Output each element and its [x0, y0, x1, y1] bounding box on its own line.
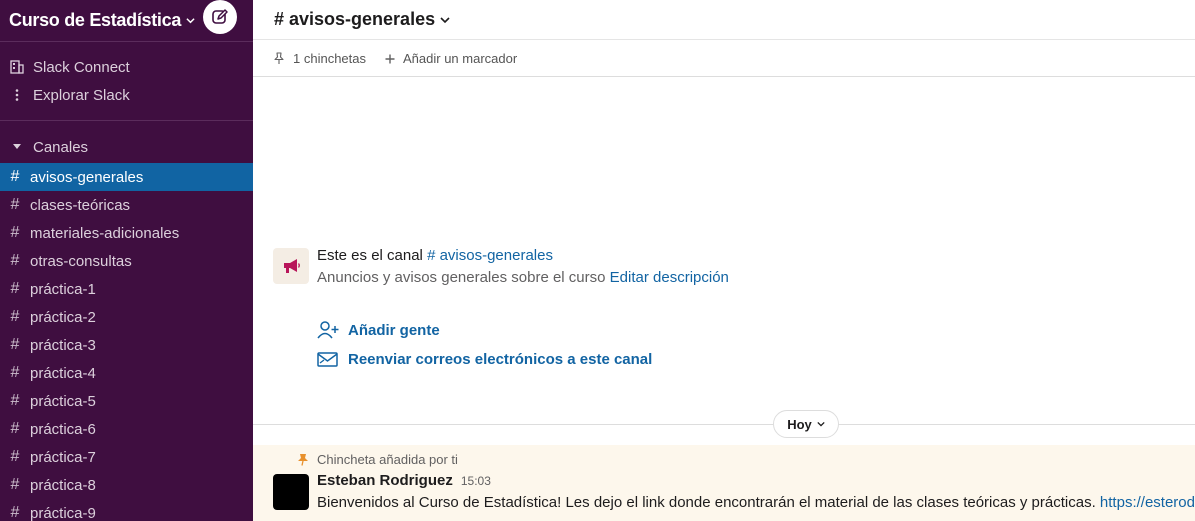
day-divider-button[interactable]: Hoy	[773, 410, 839, 438]
forward-email-label: Reenviar correos electrónicos a este can…	[348, 350, 653, 368]
channel-name: práctica-5	[30, 392, 96, 410]
channel-name: otras-consultas	[30, 252, 132, 270]
sidebar-item-channel[interactable]: # práctica-8	[0, 471, 253, 499]
plus-icon	[385, 54, 395, 63]
hash-icon: #	[10, 252, 20, 269]
hash-icon: #	[10, 168, 20, 185]
sidebar-item-channel[interactable]: # materiales-adicionales	[0, 219, 253, 247]
sidebar-item-label: Slack Connect	[33, 58, 130, 76]
pin-icon	[298, 454, 308, 466]
channel-view: # avisos-generales 1 chinchetas Añadir u…	[253, 0, 1195, 521]
add-user-icon	[317, 321, 339, 339]
pinned-items-button[interactable]: 1 chinchetas	[273, 51, 366, 66]
day-divider-line	[253, 424, 1195, 425]
hash-icon: #	[10, 280, 20, 297]
hash-icon: #	[10, 420, 20, 437]
add-people-button[interactable]: Añadir gente	[317, 320, 440, 340]
channel-name: práctica-6	[30, 420, 96, 438]
hash-icon: #	[10, 196, 20, 213]
sidebar-item-channel[interactable]: # práctica-7	[0, 443, 253, 471]
channel-name: clases-teóricas	[30, 196, 131, 214]
section-header-channels[interactable]: Canales	[0, 133, 253, 161]
sidebar-item-channel[interactable]: # clases-teóricas	[0, 191, 253, 219]
mail-forward-icon	[317, 352, 338, 367]
caret-down-icon	[0, 143, 33, 151]
add-people-label: Añadir gente	[348, 321, 440, 339]
sidebar: Curso de Estadística Slack Connect Explo…	[0, 0, 253, 521]
hash-icon: #	[10, 448, 20, 465]
message-item[interactable]: Chincheta añadida por ti Esteban Rodrigu…	[253, 445, 1195, 521]
channel-name: práctica-3	[30, 336, 96, 354]
message-timestamp[interactable]: 15:03	[461, 474, 491, 488]
chevron-down-icon	[817, 421, 825, 427]
sidebar-item-channel[interactable]: # práctica-3	[0, 331, 253, 359]
channel-title[interactable]: # avisos-generales	[274, 9, 435, 30]
message-text: Bienvenidos al Curso de Estadística! Les…	[317, 494, 1195, 511]
channel-name: práctica-7	[30, 448, 96, 466]
sidebar-divider	[0, 41, 253, 42]
forward-email-button[interactable]: Reenviar correos electrónicos a este can…	[317, 350, 652, 368]
hash-icon: #	[10, 308, 20, 325]
sidebar-item-channel[interactable]: # práctica-4	[0, 359, 253, 387]
sidebar-item-label: Explorar Slack	[33, 86, 130, 104]
sidebar-item-channel[interactable]: # práctica-1	[0, 275, 253, 303]
bookmark-bar: 1 chinchetas Añadir un marcador	[253, 41, 1195, 77]
channel-name: materiales-adicionales	[30, 224, 180, 242]
sidebar-item-channel[interactable]: # otras-consultas	[0, 247, 253, 275]
chevron-down-icon[interactable]	[440, 15, 450, 25]
hash-icon: #	[10, 476, 20, 493]
avatar[interactable]	[273, 474, 309, 510]
channel-header: # avisos-generales	[253, 0, 1195, 40]
channel-name: práctica-1	[30, 280, 96, 298]
channel-name: avisos-generales	[30, 168, 144, 186]
sidebar-item-channel[interactable]: # práctica-9	[0, 499, 253, 521]
workspace-name: Curso de Estadística	[9, 9, 182, 30]
megaphone-icon	[273, 248, 309, 284]
channel-name: práctica-9	[30, 504, 96, 521]
more-vertical-icon	[0, 87, 33, 103]
sidebar-item-channel[interactable]: # práctica-2	[0, 303, 253, 331]
message-header: Esteban Rodriguez 15:03	[317, 472, 491, 489]
add-bookmark-button[interactable]: Añadir un marcador	[385, 51, 517, 66]
hash-icon: #	[10, 364, 20, 381]
channel-name: práctica-8	[30, 476, 96, 494]
description-text: Anuncios y avisos generales sobre el cur…	[317, 269, 610, 286]
intro-prefix: Este es el canal	[317, 247, 428, 264]
hash-icon: #	[10, 392, 20, 409]
pins-label: 1 chinchetas	[293, 51, 366, 66]
pin-icon	[274, 52, 284, 64]
building-icon	[0, 59, 33, 75]
hash-icon: #	[10, 224, 20, 241]
pinned-note: Chincheta añadida por ti	[297, 452, 458, 467]
sidebar-item-slack-connect[interactable]: Slack Connect	[0, 53, 253, 81]
message-body: Bienvenidos al Curso de Estadística! Les…	[317, 494, 1100, 511]
channel-name: práctica-4	[30, 364, 96, 382]
add-bookmark-label: Añadir un marcador	[403, 51, 518, 66]
hash-icon: #	[10, 504, 20, 521]
sidebar-divider	[0, 120, 253, 121]
section-label: Canales	[33, 138, 89, 156]
sidebar-item-channel[interactable]: # práctica-6	[0, 415, 253, 443]
sidebar-item-explorar-slack[interactable]: Explorar Slack	[0, 81, 253, 109]
channel-description: Anuncios y avisos generales sobre el cur…	[317, 269, 729, 286]
channel-intro-title: Este es el canal # avisos-generales	[317, 247, 553, 264]
channel-link[interactable]: # avisos-generales	[427, 247, 553, 264]
chevron-down-icon	[186, 17, 195, 23]
pinned-note-text: Chincheta añadida por ti	[317, 452, 458, 467]
edit-description-link[interactable]: Editar descripción	[610, 269, 729, 286]
message-author[interactable]: Esteban Rodriguez	[317, 472, 453, 489]
message-link[interactable]: https://esterodr.github.io	[1100, 494, 1195, 511]
compose-icon	[212, 9, 228, 24]
compose-button[interactable]	[203, 0, 237, 34]
hash-icon: #	[10, 336, 20, 353]
sidebar-item-channel[interactable]: # avisos-generales	[0, 163, 253, 191]
day-label: Hoy	[787, 416, 812, 432]
channel-name: práctica-2	[30, 308, 96, 326]
sidebar-item-channel[interactable]: # práctica-5	[0, 387, 253, 415]
